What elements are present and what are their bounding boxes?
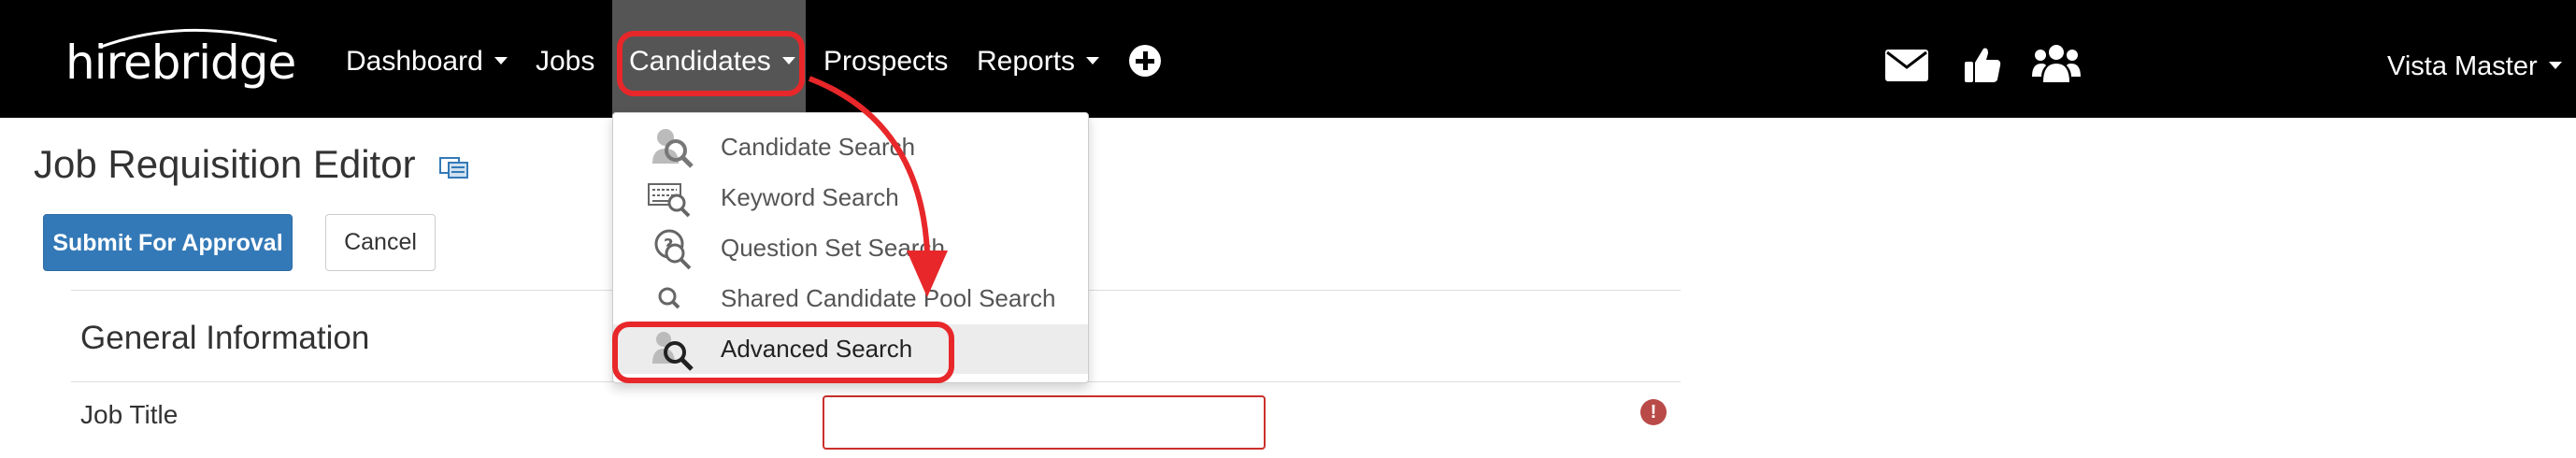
candidate-search-icon bbox=[652, 129, 694, 168]
caret-down-icon bbox=[1086, 57, 1100, 65]
users-icon[interactable] bbox=[2032, 41, 2081, 84]
top-navbar: hirebridge Dashboard Jobs Candidates Pro… bbox=[0, 0, 2576, 118]
menu-item-shared-candidate-pool-search[interactable]: Shared Candidate Pool Search bbox=[613, 274, 1088, 323]
nav-jobs[interactable]: Jobs bbox=[536, 0, 594, 118]
thumbs-up-icon[interactable] bbox=[1963, 45, 2002, 84]
magnifier-icon bbox=[658, 287, 680, 309]
plus-circle-icon[interactable] bbox=[1129, 45, 1161, 77]
keyword-search-icon bbox=[648, 183, 691, 218]
caret-down-icon bbox=[2548, 62, 2562, 70]
copy-requisition-icon[interactable] bbox=[439, 155, 469, 179]
envelope-icon[interactable] bbox=[1884, 49, 1929, 82]
menu-item-candidate-search[interactable]: Candidate Search bbox=[613, 122, 1088, 172]
menu-item-label: Keyword Search bbox=[721, 183, 899, 211]
nav-prospects-label: Prospects bbox=[823, 46, 949, 77]
menu-item-label: Candidate Search bbox=[721, 133, 916, 161]
nav-reports-label: Reports bbox=[977, 46, 1076, 77]
required-warning-icon: ! bbox=[1640, 399, 1667, 425]
cancel-button[interactable]: Cancel bbox=[325, 214, 436, 271]
job-title-label: Job Title bbox=[80, 400, 179, 429]
submit-for-approval-button[interactable]: Submit For Approval bbox=[43, 214, 293, 271]
menu-item-question-set-search[interactable]: ? Question Set Search bbox=[613, 223, 1088, 273]
user-menu[interactable]: Vista Master bbox=[2387, 0, 2562, 118]
nav-jobs-label: Jobs bbox=[536, 46, 595, 77]
nav-prospects[interactable]: Prospects bbox=[823, 0, 948, 118]
section-title: General Information bbox=[80, 320, 370, 356]
page-title: Job Requisition Editor bbox=[34, 142, 416, 186]
advanced-search-highlight-annotation bbox=[612, 322, 954, 383]
menu-item-keyword-search[interactable]: Keyword Search bbox=[613, 173, 1088, 222]
nav-reports[interactable]: Reports bbox=[977, 0, 1100, 118]
logo-arc-icon bbox=[100, 28, 278, 49]
job-title-input[interactable] bbox=[823, 395, 1266, 450]
candidates-highlight-annotation bbox=[617, 31, 805, 96]
menu-item-label: Shared Candidate Pool Search bbox=[721, 284, 1056, 312]
caret-down-icon bbox=[494, 57, 508, 65]
question-set-search-icon: ? bbox=[654, 229, 692, 270]
hirebridge-logo[interactable]: hirebridge bbox=[65, 28, 296, 92]
menu-item-label: Question Set Search bbox=[721, 234, 945, 262]
nav-dashboard-label: Dashboard bbox=[346, 46, 483, 77]
nav-dashboard[interactable]: Dashboard bbox=[346, 0, 508, 118]
user-name: Vista Master bbox=[2387, 51, 2538, 81]
